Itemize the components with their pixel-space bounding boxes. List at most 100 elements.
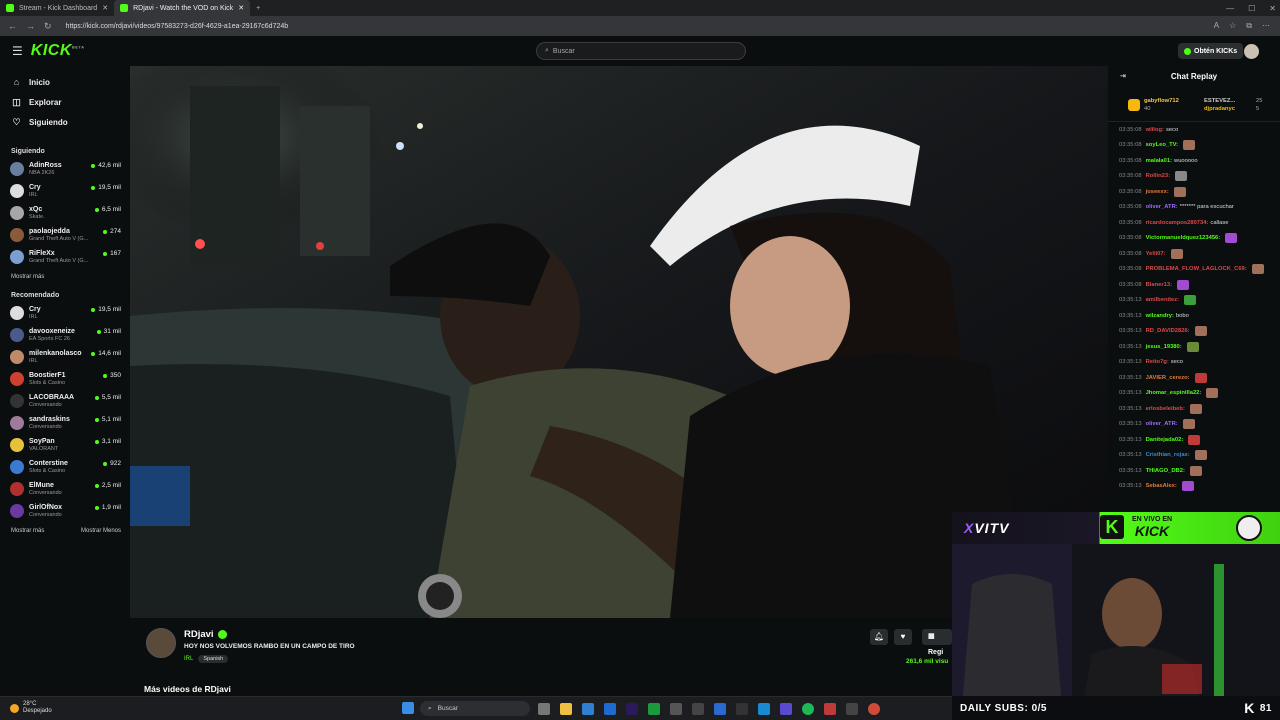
task-view-icon[interactable] — [538, 703, 550, 715]
chrome-icon[interactable] — [868, 703, 880, 715]
tab-close-icon[interactable]: ✕ — [238, 4, 244, 12]
nav-home[interactable]: ⌂ Inicio — [0, 72, 130, 92]
message-user[interactable]: Blaner13: — [1146, 282, 1172, 288]
outlook-icon[interactable] — [604, 703, 616, 715]
windows-start-icon[interactable] — [402, 702, 414, 714]
channel-item[interactable]: BoostierF1 Slots & Casino 350 — [0, 368, 130, 390]
kick-logo[interactable]: KICKBETA — [31, 42, 85, 60]
show-less-recommended[interactable]: Mostrar Menos — [81, 528, 121, 534]
gifter-name[interactable]: djpradanyc — [1204, 106, 1235, 112]
message-user[interactable]: amilbenitez: — [1146, 297, 1180, 303]
favorite-star-icon[interactable]: ☆ — [1229, 21, 1236, 31]
user-avatar[interactable] — [1244, 44, 1259, 59]
message-user[interactable]: Yelli07: — [1146, 251, 1166, 257]
message-user[interactable]: Cristhian_rojas: — [1146, 452, 1190, 458]
channel-item[interactable]: Cry IRL 19,5 mil — [0, 180, 130, 202]
message-user[interactable]: Reito7g: — [1146, 359, 1169, 365]
message-user[interactable]: oliver_ATR: — [1146, 204, 1178, 210]
close-window-icon[interactable]: ✕ — [1269, 4, 1276, 13]
forward-icon[interactable]: → — [26, 21, 35, 32]
language-tag[interactable]: Spanish — [198, 655, 229, 663]
streamer-avatar[interactable] — [146, 628, 176, 658]
message-user[interactable]: SebasAlex: — [1146, 483, 1177, 489]
browser-tab-active[interactable]: RDjavi - Watch the VOD on Kick ✕ — [114, 0, 251, 16]
message-user[interactable]: THIAGO_DB2: — [1146, 468, 1185, 474]
show-more-recommended[interactable]: Mostrar más — [11, 528, 44, 534]
tab-close-icon[interactable]: ✕ — [102, 4, 108, 12]
reload-icon[interactable]: ↻ — [44, 21, 52, 32]
show-more-label[interactable]: Mostrar más — [11, 274, 44, 280]
message-user[interactable]: erlosbeleibeb: — [1146, 406, 1185, 412]
channel-item[interactable]: Cry IRL 19,5 mil — [0, 302, 130, 324]
message-user[interactable]: ricardocampos280734: — [1146, 220, 1209, 226]
app-icon[interactable] — [846, 703, 858, 715]
nav-following[interactable]: ♡ Siguiendo — [0, 112, 130, 132]
channel-item[interactable]: davooxeneize EA Sports FC 26 31 mil — [0, 324, 130, 346]
message-user[interactable]: JAVIER_cerezo: — [1146, 375, 1190, 381]
url-field[interactable]: https://kick.com/rdjavi/videos/97583273-… — [66, 23, 289, 30]
weather-widget[interactable]: 28°C Despejado — [10, 701, 52, 715]
channel-item[interactable]: SoyPan VALORANT 3,1 mil — [0, 434, 130, 456]
message-user[interactable]: RD_DAVID2826: — [1146, 328, 1190, 334]
channel-item[interactable]: milenkanolasco IRL 14,6 mil — [0, 346, 130, 368]
maximize-icon[interactable]: ☐ — [1248, 4, 1255, 13]
hamburger-menu-icon[interactable]: ☰ — [12, 44, 23, 58]
weather-desc: Despejado — [23, 708, 52, 714]
channel-item[interactable]: Conterstine Slots & Casino 922 — [0, 456, 130, 478]
channel-item[interactable]: sandraskins Conversando 5,1 mil — [0, 412, 130, 434]
message-user[interactable]: oliver_ATR: — [1146, 421, 1178, 427]
edge-icon[interactable] — [758, 703, 770, 715]
app-icon[interactable] — [736, 703, 748, 715]
app-icon[interactable] — [824, 703, 836, 715]
message-user[interactable]: malala01: — [1146, 158, 1172, 164]
minimize-icon[interactable]: — — [1226, 4, 1234, 13]
search-input[interactable]: ⌕ Buscar — [536, 42, 746, 60]
store-icon[interactable] — [582, 703, 594, 715]
app-icon[interactable] — [714, 703, 726, 715]
nav-explore[interactable]: ◫ Explorar — [0, 92, 130, 112]
xbox-icon[interactable] — [648, 703, 660, 715]
follow-heart-icon[interactable]: ♥ — [894, 629, 912, 645]
channel-item[interactable]: LACOBRAAA Conversando 5,5 mil — [0, 390, 130, 412]
show-more-following[interactable]: Mostrar más — [0, 274, 130, 280]
chat-messages[interactable]: 03:35:08 wlilog: seco 03:35:08 soyLeo_TV: 03:… — [1108, 122, 1280, 494]
channel-item[interactable]: paolaojedda Grand Theft Auto V (G... 274 — [0, 224, 130, 246]
spotify-icon[interactable] — [802, 703, 814, 715]
collapse-chat-icon[interactable]: ⇥ — [1120, 66, 1126, 88]
gift-sub-button[interactable]: ▦ Regi — [922, 629, 952, 656]
read-aloud-icon[interactable]: A — [1214, 21, 1219, 31]
get-kicks-button[interactable]: Obtén KICKs — [1178, 43, 1244, 59]
extensions-icon[interactable]: ⧉ — [1246, 21, 1252, 31]
taskbar-search[interactable]: ⌕ Buscar — [420, 701, 530, 716]
new-tab-icon[interactable]: + — [250, 0, 266, 16]
file-explorer-icon[interactable] — [560, 703, 572, 715]
message-user[interactable]: wlilog: — [1146, 127, 1164, 133]
message-user[interactable]: PROBLEMA_FLOW_LAGLOCK_C69: — [1146, 266, 1247, 272]
message-user[interactable]: soyLeo_TV: — [1146, 142, 1179, 148]
message-user[interactable]: Rollin23: — [1146, 173, 1170, 179]
channel-item[interactable]: ElMune Conversando 2,5 mil — [0, 478, 130, 500]
premiere-icon[interactable] — [626, 703, 638, 715]
channel-item[interactable]: xQc Skate. 6,5 mil — [0, 202, 130, 224]
message-user[interactable]: jesus_19380: — [1146, 344, 1182, 350]
message-user[interactable]: joseexx: — [1146, 189, 1169, 195]
channel-item[interactable]: GirlOfNox Conversando 1,9 mil — [0, 500, 130, 522]
discord-icon[interactable] — [780, 703, 792, 715]
category-link[interactable]: IRL — [184, 656, 193, 662]
obs-icon[interactable] — [692, 703, 704, 715]
gifter-name[interactable]: gabyflow712 — [1144, 98, 1179, 104]
menu-dots-icon[interactable]: ⋯ — [1262, 21, 1270, 31]
message-user[interactable]: Danitejada02: — [1146, 437, 1184, 443]
channel-item[interactable]: AdinRoss NBA 2K26 42,6 mil — [0, 158, 130, 180]
gifter-name[interactable]: ESTEVEZ... — [1204, 98, 1235, 104]
notification-bell-icon[interactable]: 🔔︎ — [870, 629, 888, 645]
streamer-name[interactable]: RDjavi — [184, 629, 214, 640]
channel-item[interactable]: RiFleXx Grand Theft Auto V (G... 167 — [0, 246, 130, 268]
browser-tab[interactable]: Stream - Kick Dashboard ✕ — [0, 0, 114, 16]
message-user[interactable]: Victormanueldquez123456: — [1146, 235, 1221, 241]
back-icon[interactable]: ← — [8, 21, 17, 32]
message-user[interactable]: wilzandry: — [1146, 313, 1174, 319]
message-user[interactable]: Jhomar_espinilla22: — [1146, 390, 1202, 396]
app-icon[interactable] — [670, 703, 682, 715]
viewer-count-value: 19,5 mil — [98, 306, 121, 313]
